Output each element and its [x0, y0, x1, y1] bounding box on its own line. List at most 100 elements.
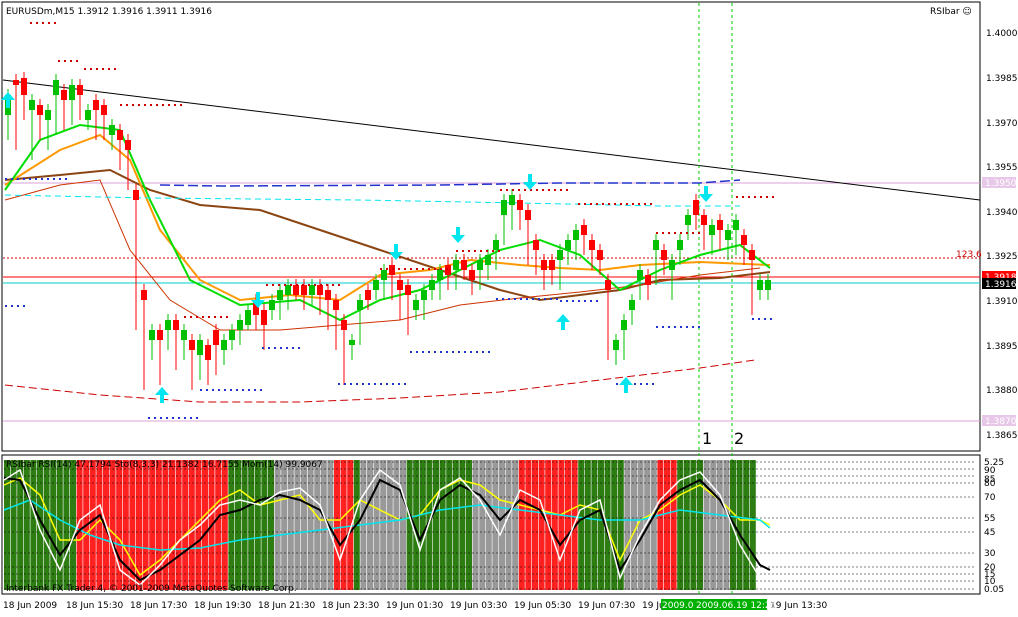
sr-dot — [266, 284, 268, 286]
candle-body — [61, 90, 67, 100]
price-tick: 1.3955 — [986, 163, 1018, 173]
sr-dot — [144, 104, 146, 106]
rsi-bar — [320, 460, 327, 590]
time-tick: 19 Jun 03:30 — [450, 601, 507, 611]
sr-dot — [292, 347, 294, 349]
rsi-bar — [664, 460, 670, 590]
rsi-bar — [565, 460, 571, 590]
rsi-bar — [254, 460, 261, 590]
sr-dot — [656, 326, 658, 328]
level-tick: 45 — [984, 528, 995, 538]
sr-dot — [404, 383, 406, 385]
sr-dot — [596, 203, 598, 205]
rsi-bar — [340, 460, 347, 590]
time-tick: 19 Jun 01:30 — [386, 601, 443, 611]
sr-dot — [326, 284, 328, 286]
rsi-bar — [248, 460, 255, 590]
arrow-shaft — [160, 395, 164, 403]
candle-body — [173, 320, 179, 330]
candle-body — [357, 300, 363, 310]
sr-dot — [53, 178, 55, 180]
sr-dot — [65, 178, 67, 180]
candle-body — [157, 330, 163, 340]
sr-dot — [154, 417, 156, 419]
sr-dot — [36, 22, 38, 24]
price-tick: 1.3865 — [986, 431, 1018, 441]
sr-dot — [374, 383, 376, 385]
sr-dot — [542, 189, 544, 191]
sr-dot — [758, 318, 760, 320]
sr-dot — [386, 383, 388, 385]
rsi-bar — [175, 460, 182, 590]
candle-body — [189, 340, 195, 350]
candle-body — [469, 270, 475, 280]
sr-dot — [512, 189, 514, 191]
sr-dot — [674, 326, 676, 328]
sr-dot — [126, 104, 128, 106]
sr-dot — [584, 300, 586, 302]
rsi-bar — [670, 460, 677, 590]
rsi-bar — [683, 460, 690, 590]
chart-canvas[interactable]: EURUSDm,M15 1.3912 1.3916 1.3911 1.3916 … — [0, 0, 1018, 613]
sr-dot — [230, 389, 232, 391]
candle-body — [629, 300, 635, 310]
sr-dot — [446, 268, 448, 270]
sr-dot — [422, 351, 424, 353]
sr-dot — [190, 316, 192, 318]
candle-body — [757, 280, 763, 290]
sr-dot — [452, 351, 454, 353]
price-tick: 1.3940 — [986, 208, 1018, 218]
sr-dot — [620, 203, 622, 205]
sr-dot — [224, 389, 226, 391]
candle-body — [309, 285, 315, 295]
candle-body — [397, 280, 403, 290]
sr-dot — [102, 68, 104, 70]
sr-dot — [356, 383, 358, 385]
sr-dot — [602, 203, 604, 205]
sr-dot — [242, 389, 244, 391]
candle-body — [557, 250, 563, 260]
crosshair-time-left: 2009.0 — [662, 601, 694, 611]
rsi-bar — [512, 460, 519, 590]
sr-dot — [362, 383, 364, 385]
sr-dot — [566, 189, 568, 191]
sr-dot — [236, 389, 238, 391]
candle-body — [13, 80, 19, 85]
sr-dot — [314, 284, 316, 286]
arrow-shaft — [256, 292, 260, 300]
sr-dot — [290, 284, 292, 286]
sr-dot — [742, 196, 744, 198]
rsi-bar — [657, 460, 664, 590]
price-tick: 1.3880 — [986, 386, 1018, 396]
sr-dot — [76, 60, 78, 62]
sr-dot — [296, 284, 298, 286]
sr-dot — [748, 196, 750, 198]
candle-body — [181, 330, 187, 340]
sr-dot — [498, 250, 500, 252]
sr-dot — [5, 305, 7, 307]
sr-dot — [350, 383, 352, 385]
price-tick: 1.3895 — [986, 342, 1018, 352]
level-tag-1870: 1.3870 — [985, 417, 1017, 427]
sr-dot — [468, 250, 470, 252]
candle-body — [285, 285, 291, 295]
candle-body — [541, 260, 547, 270]
copyright-label: Interbank FX Trader 4, © 2001-2009 MetaQ… — [6, 584, 297, 594]
main-chart-frame[interactable] — [1, 1, 981, 452]
rsi-bar — [716, 460, 723, 590]
candle-body — [437, 270, 443, 280]
rsi-bar — [492, 460, 499, 590]
sr-dot — [114, 68, 116, 70]
sr-dot — [212, 389, 214, 391]
rsi-bar — [281, 460, 288, 590]
sr-dot — [398, 383, 400, 385]
candle-body — [213, 330, 219, 345]
candle-body — [453, 260, 459, 270]
sr-dot — [496, 298, 498, 300]
rsi-bar — [736, 460, 743, 590]
current-price-tag: 1.3916 — [985, 280, 1017, 290]
sr-dot — [392, 268, 394, 270]
arrow-shaft — [394, 244, 398, 252]
sr-dot — [434, 268, 436, 270]
sr-dot — [416, 268, 418, 270]
